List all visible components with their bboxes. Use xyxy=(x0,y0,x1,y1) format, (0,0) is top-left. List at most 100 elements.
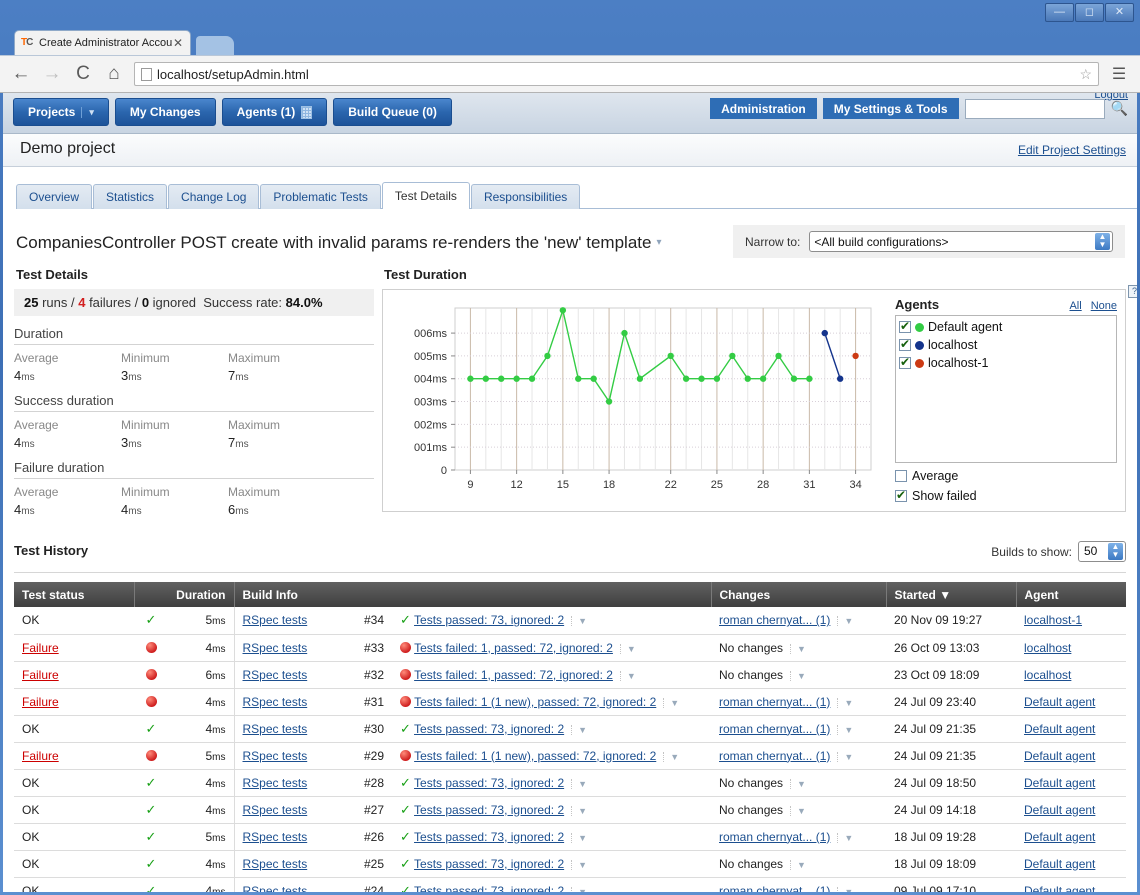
chevron-down-icon[interactable]: ▼ xyxy=(571,886,588,892)
show-failed-checkbox[interactable] xyxy=(895,488,907,502)
stepper-icon[interactable]: ▲ ▼ xyxy=(1108,543,1123,560)
cell-build-info[interactable]: Tests failed: 1 (1 new), passed: 72, ign… xyxy=(392,742,711,770)
col-started[interactable]: Started ▼ xyxy=(886,582,1017,607)
search-input[interactable] xyxy=(964,98,1105,119)
col-agent[interactable]: Agent xyxy=(1016,582,1126,607)
home-icon[interactable]: ⌂ xyxy=(103,63,125,85)
narrow-to-select[interactable]: <All build configurations> ▲ ▼ xyxy=(809,231,1113,252)
maximize-button[interactable]: ◻ xyxy=(1075,3,1104,22)
cell-build-name[interactable]: RSpec tests xyxy=(233,661,346,689)
chevron-down-icon[interactable]: ▼ xyxy=(619,670,636,681)
table-row[interactable]: OK ✓ 4ms RSpec tests #25 ✓ Tests passed: 73, … xyxy=(14,850,1126,878)
cell-agent[interactable]: localhost-1 xyxy=(1016,607,1126,635)
address-bar[interactable]: localhost/setupAdmin.html ☆ xyxy=(134,62,1099,86)
average-option[interactable]: Average xyxy=(895,469,1117,483)
chevron-down-icon[interactable]: ▼ xyxy=(837,751,854,762)
chevron-down-icon[interactable]: ▼ xyxy=(837,886,854,892)
agent-item-default-agent[interactable]: Default agent xyxy=(899,318,1113,336)
cell-build-name[interactable]: RSpec tests xyxy=(233,607,346,635)
cell-agent[interactable]: localhost xyxy=(1016,661,1126,689)
stepper-icon[interactable]: ▲ ▼ xyxy=(1095,233,1110,250)
chevron-down-icon[interactable]: ▼ xyxy=(663,751,680,762)
nav-my-changes[interactable]: My Changes xyxy=(114,98,216,126)
cell-build-name[interactable]: RSpec tests xyxy=(233,796,346,824)
cell-test-status[interactable]: Failure xyxy=(14,688,134,716)
cell-changes[interactable]: roman chernyat... (1) ▼ xyxy=(711,607,886,635)
chevron-down-icon[interactable]: ▾ xyxy=(81,106,94,118)
table-row[interactable]: Failure 6ms RSpec tests #32 Tests failed: 1… xyxy=(14,661,1126,689)
col-changes[interactable]: Changes xyxy=(711,582,887,607)
cell-build-info[interactable]: ✓ Tests passed: 73, ignored: 2 ▼ xyxy=(392,607,711,635)
cell-build-info[interactable]: ✓ Tests passed: 73, ignored: 2 ▼ xyxy=(392,796,711,824)
cell-agent[interactable]: Default agent xyxy=(1016,877,1126,892)
cell-changes[interactable]: roman chernyat... (1) ▼ xyxy=(711,715,886,743)
chevron-down-icon[interactable]: ▼ xyxy=(571,724,588,735)
search-icon[interactable]: 🔍 xyxy=(1111,100,1128,117)
cell-build-name[interactable]: RSpec tests xyxy=(233,823,346,851)
chevron-down-icon[interactable]: ▼ xyxy=(663,697,680,708)
table-row[interactable]: OK ✓ 5ms RSpec tests #26 ✓ Tests passed: 73, … xyxy=(14,823,1126,851)
average-checkbox[interactable] xyxy=(895,470,907,482)
col-duration[interactable]: Duration xyxy=(168,582,235,607)
table-row[interactable]: OK ✓ 4ms RSpec tests #28 ✓ Tests passed: 73, … xyxy=(14,769,1126,797)
agents-select-none-link[interactable]: None xyxy=(1091,300,1117,312)
tab-change-log[interactable]: Change Log xyxy=(168,184,260,209)
cell-test-status[interactable]: Failure xyxy=(14,742,134,770)
cell-changes[interactable]: roman chernyat... (1) ▼ xyxy=(711,688,886,716)
table-row[interactable]: OK ✓ 4ms RSpec tests #27 ✓ Tests passed: 73, … xyxy=(14,796,1126,824)
col-test-status[interactable]: Test status xyxy=(14,582,135,607)
cell-build-name[interactable]: RSpec tests xyxy=(233,769,346,797)
chevron-down-icon[interactable]: ▼ xyxy=(790,670,806,681)
cell-build-name[interactable]: RSpec tests xyxy=(233,877,346,892)
minimize-button[interactable]: — xyxy=(1045,3,1074,22)
cell-build-info[interactable]: ✓ Tests passed: 73, ignored: 2 ▼ xyxy=(392,715,711,743)
tab-test-details[interactable]: Test Details xyxy=(381,182,470,210)
reload-icon[interactable]: C xyxy=(72,63,94,85)
cell-changes[interactable]: roman chernyat... (1) ▼ xyxy=(711,823,886,851)
agent-item-localhost[interactable]: localhost xyxy=(899,336,1113,354)
tab-overview[interactable]: Overview xyxy=(16,184,93,209)
new-tab-button[interactable] xyxy=(196,36,234,55)
cell-agent[interactable]: Default agent xyxy=(1016,850,1126,878)
col-build-info[interactable]: Build Info xyxy=(234,582,712,607)
cell-build-name[interactable]: RSpec tests xyxy=(233,715,346,743)
builds-to-show-select[interactable]: 50 ▲ ▼ xyxy=(1078,541,1126,562)
cell-agent[interactable]: Default agent xyxy=(1016,688,1126,716)
cell-build-name[interactable]: RSpec tests xyxy=(233,634,346,662)
browser-tab[interactable]: TC Create Administrator Accoun ✕ xyxy=(14,30,191,55)
chevron-down-icon[interactable]: ▼ xyxy=(571,832,588,843)
tab-statistics[interactable]: Statistics xyxy=(93,184,168,209)
chevron-down-icon[interactable]: ▼ xyxy=(571,616,588,627)
chevron-down-icon[interactable]: ▼ xyxy=(790,805,806,816)
cell-build-name[interactable]: RSpec tests xyxy=(233,742,346,770)
table-row[interactable]: Failure 5ms RSpec tests #29 Tests failed: 1… xyxy=(14,742,1126,770)
chevron-down-icon[interactable]: ▼ xyxy=(837,832,854,843)
duration-chart[interactable]: 0 001ms 002ms 003ms 004ms 005ms 006ms 9 12 15 18 22… xyxy=(383,290,887,511)
tab-close-icon[interactable]: ✕ xyxy=(172,36,184,50)
table-row[interactable]: OK ✓ 4ms RSpec tests #30 ✓ Tests passed: 73, … xyxy=(14,715,1126,743)
table-row[interactable]: OK ✓ 5ms RSpec tests #34 ✓ Tests passed: 73, … xyxy=(14,607,1126,635)
chevron-down-icon[interactable]: ▼ xyxy=(619,643,636,654)
chevron-down-icon[interactable]: ▾ xyxy=(656,237,661,248)
close-button[interactable]: ✕ xyxy=(1105,3,1134,22)
browser-menu-icon[interactable]: ☰ xyxy=(1108,64,1130,84)
tab-responsibilities[interactable]: Responsibilities xyxy=(470,184,581,209)
agent-item-localhost-1[interactable]: localhost-1 xyxy=(899,354,1113,372)
cell-agent[interactable]: localhost xyxy=(1016,634,1126,662)
administration-button[interactable]: Administration xyxy=(710,98,817,119)
agent-checkbox[interactable] xyxy=(899,337,911,351)
cell-build-info[interactable]: Tests failed: 1 (1 new), passed: 72, ign… xyxy=(392,688,711,716)
nav-build-queue[interactable]: Build Queue (0) xyxy=(333,98,452,126)
my-settings-button[interactable]: My Settings & Tools xyxy=(822,98,959,119)
show-failed-option[interactable]: Show failed xyxy=(895,488,1117,503)
cell-agent[interactable]: Default agent xyxy=(1016,823,1126,851)
cell-test-status[interactable]: Failure xyxy=(14,661,134,689)
table-row[interactable]: Failure 4ms RSpec tests #31 Tests failed: 1… xyxy=(14,688,1126,716)
cell-build-info[interactable]: Tests failed: 1, passed: 72, ignored: 2 ▼ xyxy=(392,634,711,662)
chevron-down-icon[interactable]: ▼ xyxy=(790,778,806,789)
chevron-down-icon[interactable]: ▼ xyxy=(837,724,854,735)
cell-build-info[interactable]: ✓ Tests passed: 73, ignored: 2 ▼ xyxy=(392,850,711,878)
agent-checkbox[interactable] xyxy=(899,319,911,333)
cell-changes[interactable]: roman chernyat... (1) ▼ xyxy=(711,742,886,770)
nav-agents[interactable]: Agents (1) xyxy=(221,98,328,126)
